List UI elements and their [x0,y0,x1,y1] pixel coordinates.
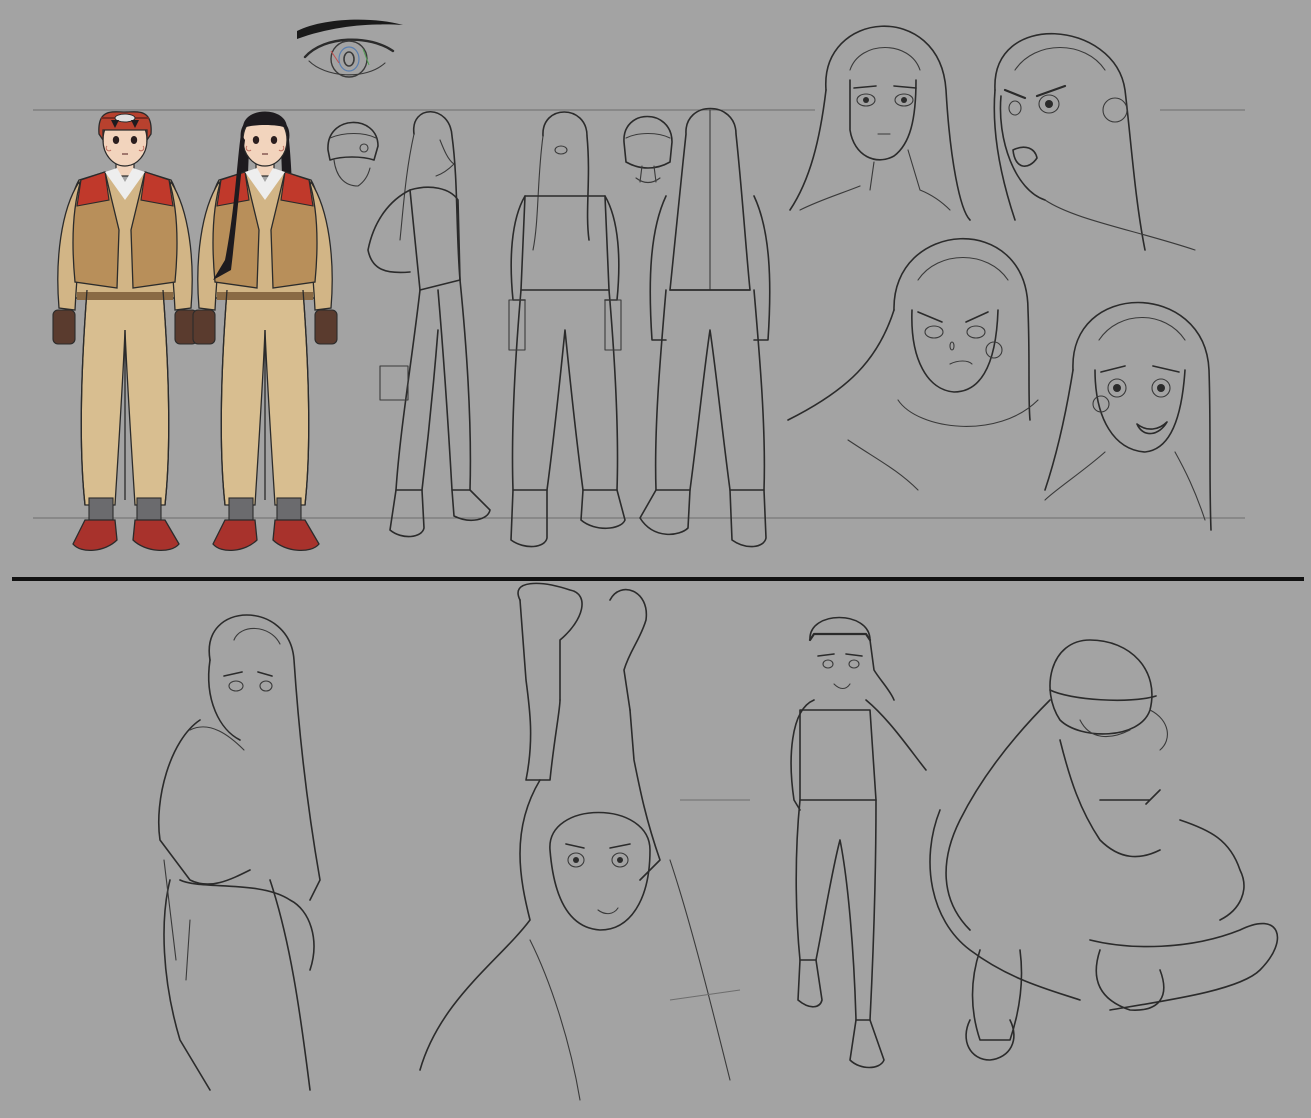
eyebrow-icon [297,19,403,39]
expression-neutral [789,25,971,221]
pose-sitting [929,639,1279,1061]
eye-detail [297,19,403,78]
three-quarter-sketch [508,111,626,548]
pose-walking [790,616,927,1069]
back-view-sketch [639,107,771,548]
hat-icon [1049,639,1153,735]
sheet-canvas: .fill-pants{fill:#d8be90;stroke:#2b2b2b;… [12,19,1304,1101]
color-figure-hat: .fill-pants{fill:#d8be90;stroke:#2b2b2b;… [52,111,198,552]
pose-arms-raised [419,582,750,1101]
section-divider [12,577,1304,581]
expression-smiling [1044,301,1212,531]
expression-angry [993,32,1196,251]
character-design-sheet: .fill-pants{fill:#d8be90;stroke:#2b2b2b;… [0,0,1311,1118]
hat-detail-side [327,121,379,187]
hat-detail-back [623,115,673,184]
side-view-sketch [367,111,491,538]
color-figure-long-hair [192,111,338,552]
tool-icon [1099,789,1161,805]
expression-worried [787,237,1039,491]
pose-looking-back [157,614,321,1091]
